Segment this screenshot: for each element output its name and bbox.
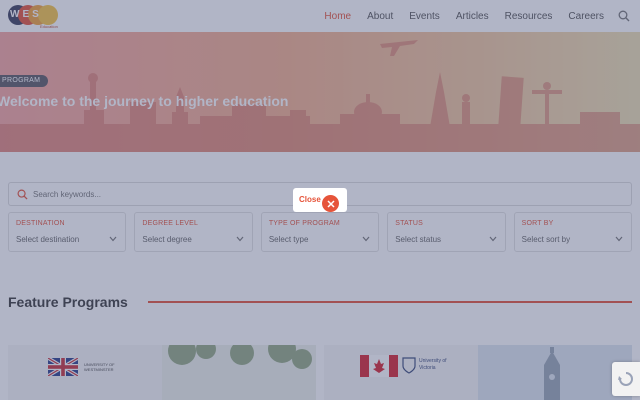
modal-popup: Close s bbox=[293, 188, 347, 212]
close-icon bbox=[326, 199, 335, 208]
recaptcha-badge[interactable] bbox=[612, 362, 640, 396]
close-label[interactable]: Close bbox=[299, 195, 321, 204]
recaptcha-icon bbox=[618, 372, 633, 386]
close-button[interactable] bbox=[322, 195, 339, 212]
